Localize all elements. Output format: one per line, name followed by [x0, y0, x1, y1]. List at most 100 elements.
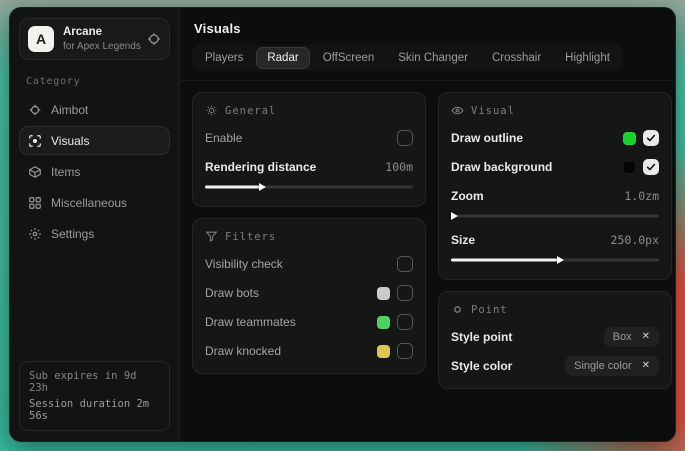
- brand-text: Arcane for Apex Legends: [63, 26, 138, 53]
- draw-teammates-row: Draw teammates: [205, 312, 413, 332]
- size-row: Size 250.0px: [451, 230, 659, 250]
- enable-row: Enable: [205, 128, 413, 148]
- funnel-icon: [205, 230, 218, 243]
- draw-background-color-swatch[interactable]: [623, 161, 636, 174]
- left-column: General Enable Rendering distance 100m: [192, 92, 426, 374]
- point-panel: Point Style point Box ✕ Style color Sing…: [438, 291, 672, 389]
- tab-players[interactable]: Players: [194, 47, 254, 69]
- draw-teammates-label: Draw teammates: [205, 315, 296, 329]
- session-card: Sub expires in 9d 23h Session duration 2…: [19, 361, 170, 431]
- filters-panel: Filters Visibility check Draw bots: [192, 218, 426, 374]
- visibility-check-label: Visibility check: [205, 257, 283, 271]
- style-color-select[interactable]: Single color ✕: [565, 356, 659, 376]
- clear-icon[interactable]: ✕: [642, 332, 650, 342]
- style-point-value: Box: [613, 331, 632, 343]
- brand-title: Arcane: [63, 26, 138, 39]
- crosshair-icon: [28, 103, 42, 117]
- app-window: A Arcane for Apex Legends Category Aimbo…: [9, 7, 676, 442]
- point-icon: [451, 303, 464, 316]
- grid-icon: [28, 196, 42, 210]
- rendering-distance-slider[interactable]: [205, 182, 413, 192]
- sidebar-item-settings[interactable]: Settings: [19, 219, 170, 248]
- sun-gear-icon: [205, 104, 218, 117]
- page-title: Visuals: [194, 21, 661, 36]
- sub-expires-text: Sub expires in 9d 23h: [29, 370, 160, 394]
- enable-label: Enable: [205, 131, 242, 145]
- draw-outline-row: Draw outline: [451, 128, 659, 148]
- slider-thumb[interactable]: [259, 183, 266, 191]
- clear-icon[interactable]: ✕: [642, 361, 650, 371]
- rendering-distance-row: Rendering distance 100m: [205, 157, 413, 177]
- style-color-label: Style color: [451, 359, 512, 373]
- tab-highlight[interactable]: Highlight: [554, 47, 621, 69]
- filters-panel-title: Filters: [205, 230, 413, 243]
- session-duration-text: Session duration 2m 56s: [29, 398, 160, 422]
- style-point-label: Style point: [451, 330, 512, 344]
- tab-radar[interactable]: Radar: [256, 47, 309, 69]
- rendering-distance-value: 100m: [385, 160, 413, 174]
- visibility-check-checkbox[interactable]: [397, 256, 413, 272]
- category-label: Category: [26, 76, 170, 87]
- general-panel-title: General: [205, 104, 413, 117]
- size-value: 250.0px: [611, 233, 659, 247]
- slider-thumb[interactable]: [557, 256, 564, 264]
- tabs-row: Players Radar OffScreen Skin Changer Cro…: [180, 45, 675, 81]
- style-color-value: Single color: [574, 360, 631, 372]
- slider-thumb[interactable]: [451, 212, 458, 220]
- draw-knocked-label: Draw knocked: [205, 344, 281, 358]
- sidebar-item-label: Aimbot: [51, 103, 88, 117]
- style-point-row: Style point Box ✕: [451, 327, 659, 347]
- gear-icon: [28, 227, 42, 241]
- draw-background-row: Draw background: [451, 157, 659, 177]
- sidebar-item-label: Items: [51, 165, 80, 179]
- draw-bots-checkbox[interactable]: [397, 285, 413, 301]
- brand-logo: A: [28, 26, 54, 52]
- point-panel-title: Point: [451, 303, 659, 316]
- draw-teammates-color-swatch[interactable]: [377, 316, 390, 329]
- zoom-row: Zoom 1.0zm: [451, 186, 659, 206]
- enable-checkbox[interactable]: [397, 130, 413, 146]
- sidebar-item-aimbot[interactable]: Aimbot: [19, 95, 170, 124]
- draw-bots-color-swatch[interactable]: [377, 287, 390, 300]
- draw-background-label: Draw background: [451, 160, 552, 174]
- visual-panel: Visual Draw outline Draw background: [438, 92, 672, 280]
- tab-bar: Players Radar OffScreen Skin Changer Cro…: [192, 45, 623, 71]
- sidebar-item-miscellaneous[interactable]: Miscellaneous: [19, 188, 170, 217]
- check-icon: [646, 162, 656, 172]
- draw-outline-checkbox[interactable]: [643, 130, 659, 146]
- style-color-row: Style color Single color ✕: [451, 356, 659, 376]
- check-icon: [646, 133, 656, 143]
- draw-bots-row: Draw bots: [205, 283, 413, 303]
- right-column: Visual Draw outline Draw background: [438, 92, 672, 389]
- crosshair-icon[interactable]: [147, 32, 161, 46]
- main-area: Visuals Players Radar OffScreen Skin Cha…: [180, 8, 675, 441]
- brand-subtitle: for Apex Legends: [63, 41, 138, 53]
- draw-background-checkbox[interactable]: [643, 159, 659, 175]
- size-slider[interactable]: [451, 255, 659, 265]
- zoom-value: 1.0zm: [624, 189, 659, 203]
- cube-icon: [28, 165, 42, 179]
- sidebar-item-items[interactable]: Items: [19, 157, 170, 186]
- brand-card: A Arcane for Apex Legends: [19, 18, 170, 60]
- eye-icon: [451, 104, 464, 117]
- draw-teammates-checkbox[interactable]: [397, 314, 413, 330]
- tab-offscreen[interactable]: OffScreen: [312, 47, 386, 69]
- draw-knocked-color-swatch[interactable]: [377, 345, 390, 358]
- draw-knocked-checkbox[interactable]: [397, 343, 413, 359]
- style-point-select[interactable]: Box ✕: [604, 327, 659, 347]
- scan-eye-icon: [28, 134, 42, 148]
- sidebar-item-label: Settings: [51, 227, 94, 241]
- tab-crosshair[interactable]: Crosshair: [481, 47, 552, 69]
- draw-knocked-row: Draw knocked: [205, 341, 413, 361]
- size-label: Size: [451, 233, 475, 247]
- visual-panel-title: Visual: [451, 104, 659, 117]
- sidebar-item-visuals[interactable]: Visuals: [19, 126, 170, 155]
- draw-outline-label: Draw outline: [451, 131, 523, 145]
- main-header: Visuals: [180, 8, 675, 45]
- zoom-slider[interactable]: [451, 211, 659, 221]
- draw-outline-color-swatch[interactable]: [623, 132, 636, 145]
- content: General Enable Rendering distance 100m: [180, 81, 675, 400]
- rendering-distance-label: Rendering distance: [205, 160, 316, 174]
- tab-skin-changer[interactable]: Skin Changer: [387, 47, 479, 69]
- visibility-check-row: Visibility check: [205, 254, 413, 274]
